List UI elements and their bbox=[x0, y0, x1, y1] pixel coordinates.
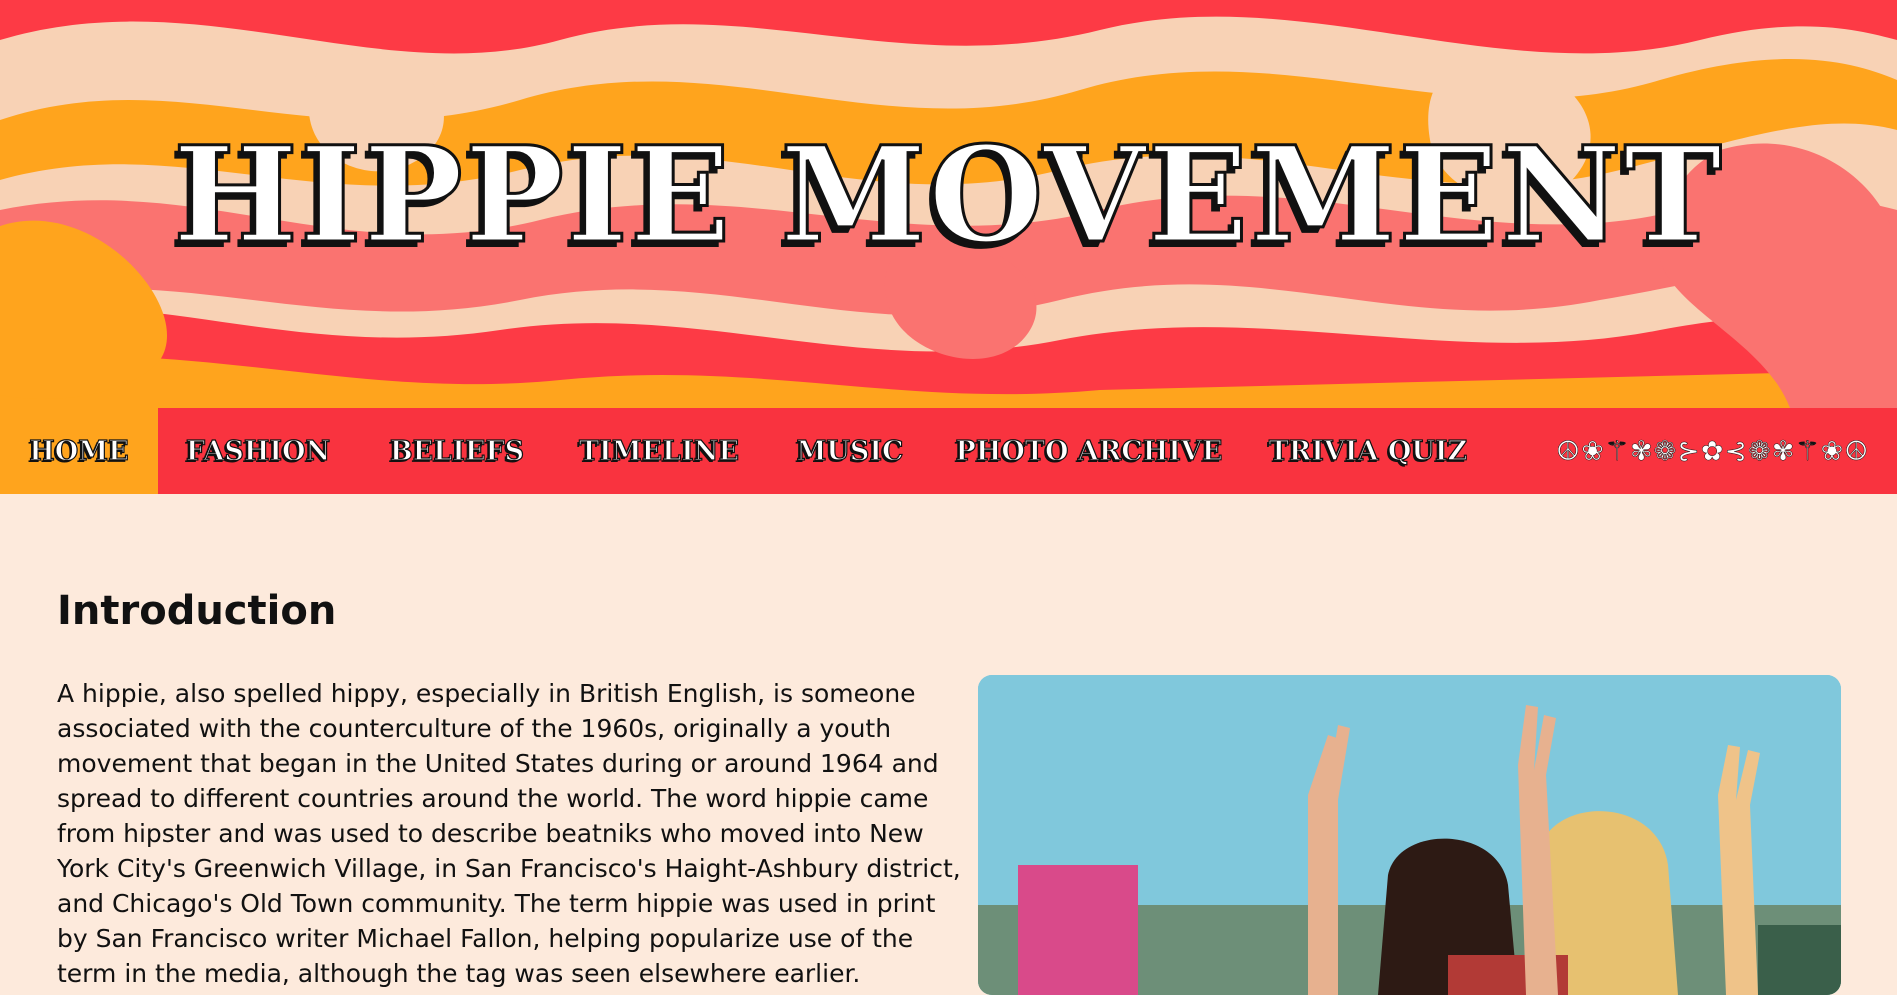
photo-illustration bbox=[978, 675, 1841, 995]
nav-item-home[interactable]: HOME bbox=[0, 408, 158, 494]
nav-item-photo-archive[interactable]: PHOTO ARCHIVE bbox=[938, 408, 1240, 494]
nav-item-trivia-quiz[interactable]: TRIVIA QUIZ bbox=[1240, 408, 1496, 494]
nav-item-timeline[interactable]: TIMELINE bbox=[556, 408, 762, 494]
main-navigation: HOME FASHION BELIEFS TIMELINE MUSIC PHOT… bbox=[0, 408, 1897, 494]
nav-item-beliefs[interactable]: BELIEFS bbox=[358, 408, 556, 494]
site-title: HIPPIE MOVEMENT bbox=[172, 118, 1724, 273]
nav-item-music[interactable]: MUSIC bbox=[762, 408, 938, 494]
intro-heading: Introduction bbox=[57, 588, 337, 634]
hippie-crowd-photo bbox=[978, 675, 1841, 995]
nav-item-fashion[interactable]: FASHION bbox=[158, 408, 358, 494]
hero-banner: HIPPIE MOVEMENT bbox=[0, 0, 1897, 408]
decorative-symbols: ☮❀⚚✾❁⊱✿⊰❁✾⚚❀☮ bbox=[1556, 435, 1870, 467]
main-content: Introduction A hippie, also spelled hipp… bbox=[57, 588, 1847, 988]
intro-paragraph: A hippie, also spelled hippy, especially… bbox=[57, 679, 961, 988]
